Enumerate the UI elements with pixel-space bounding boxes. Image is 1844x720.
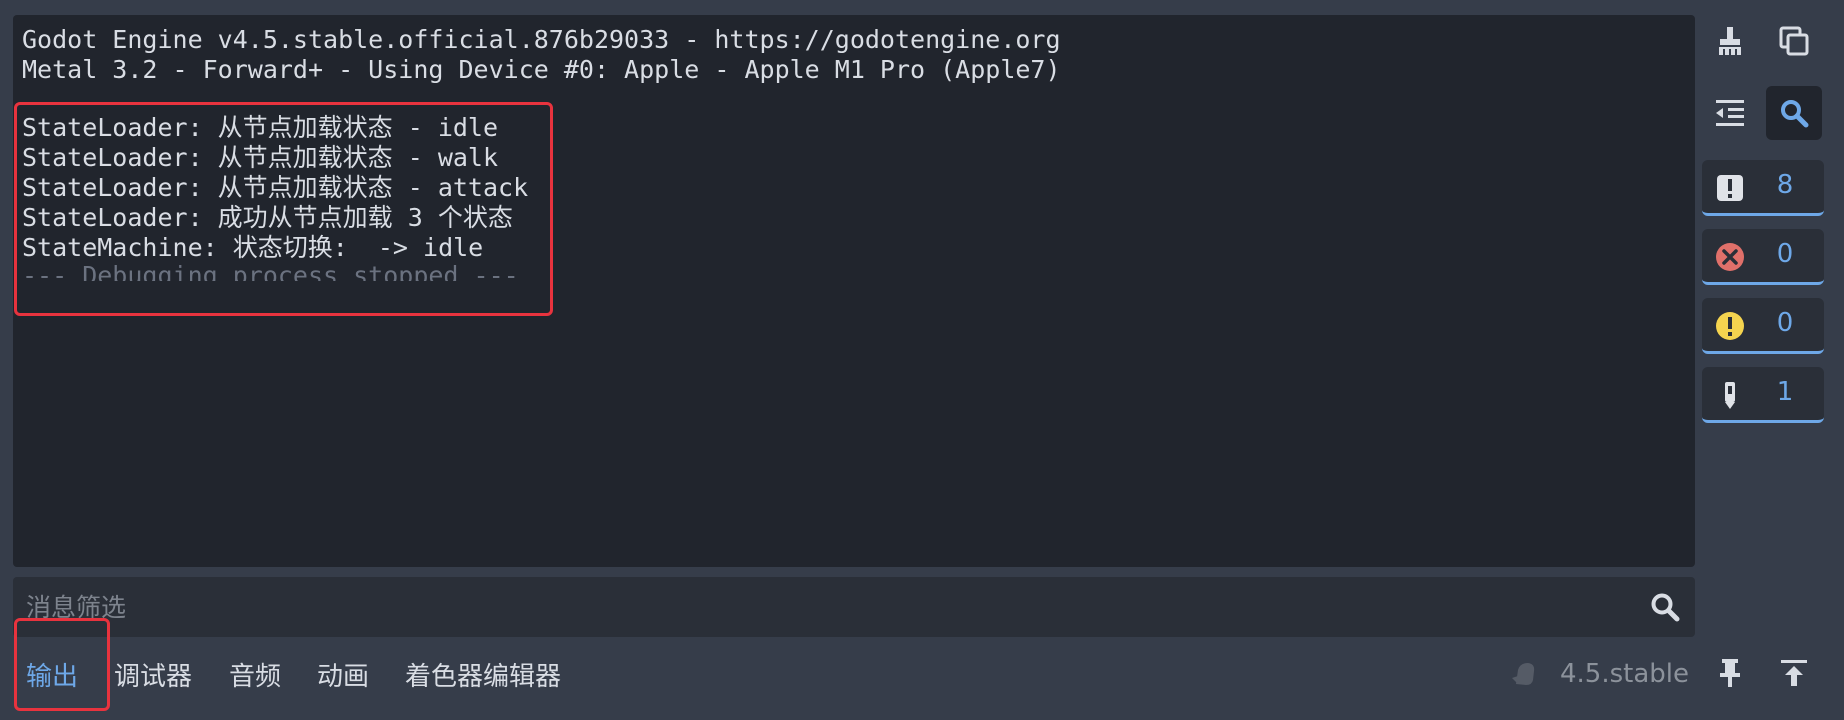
output-panel: Godot Engine v4.5.stable.official.876b29…	[0, 0, 1844, 720]
log-line: Metal 3.2 - Forward+ - Using Device #0: …	[22, 55, 1061, 84]
tab-animation[interactable]: 动画	[317, 656, 369, 693]
clear-log-button[interactable]	[1702, 14, 1758, 68]
log-line: StateLoader: 从节点加载状态 - idle	[22, 113, 499, 142]
warning-icon	[1715, 311, 1745, 341]
editor-message-icon	[1715, 380, 1745, 410]
log-line: StateLoader: 从节点加载状态 - walk	[22, 143, 499, 172]
tab-audio[interactable]: 音频	[229, 656, 281, 693]
tab-debugger[interactable]: 调试器	[114, 656, 192, 693]
engine-version[interactable]: 4.5.stable	[1560, 659, 1689, 689]
pin-icon	[1720, 659, 1740, 687]
tab-output[interactable]: 输出	[26, 656, 78, 693]
copy-icon	[1779, 26, 1809, 56]
message-filter-input[interactable]	[13, 577, 1613, 637]
search-icon	[1781, 100, 1809, 128]
editor-count: 1	[1776, 377, 1794, 407]
search-toggle-button[interactable]	[1766, 86, 1822, 140]
update-spinner-icon	[1512, 663, 1535, 685]
log-line: Godot Engine v4.5.stable.official.876b29…	[22, 25, 1061, 54]
log-line: StateLoader: 从节点加载状态 - attack	[22, 173, 529, 202]
collapse-duplicates-icon	[1716, 100, 1744, 126]
expand-panel-icon	[1781, 660, 1807, 686]
collapse-duplicates-button[interactable]	[1702, 86, 1758, 140]
broom-icon	[1719, 27, 1741, 55]
errors-count: 0	[1776, 239, 1794, 269]
message-icon	[1715, 173, 1745, 203]
filter-errors-toggle[interactable]: 0	[1702, 229, 1824, 285]
filter-warnings-toggle[interactable]: 0	[1702, 298, 1824, 354]
messages-count: 8	[1776, 170, 1794, 200]
message-filter-bar	[13, 577, 1695, 637]
copy-log-button[interactable]	[1766, 14, 1822, 68]
filter-messages-toggle[interactable]: 8	[1702, 160, 1824, 216]
warnings-count: 0	[1776, 308, 1794, 338]
tab-shader-editor[interactable]: 着色器编辑器	[405, 656, 561, 693]
log-line-stopped: --- Debugging process stopped ---	[22, 261, 519, 281]
log-line: StateMachine: 状态切换: -> idle	[22, 233, 484, 262]
expand-panel-button[interactable]	[1766, 646, 1822, 700]
error-icon	[1715, 242, 1745, 272]
filter-editor-toggle[interactable]: 1	[1702, 367, 1824, 423]
output-log[interactable]: Godot Engine v4.5.stable.official.876b29…	[13, 15, 1695, 567]
log-line: StateLoader: 成功从节点加载 3 个状态	[22, 203, 513, 232]
search-icon	[1651, 593, 1680, 622]
pin-panel-button[interactable]	[1702, 646, 1758, 700]
